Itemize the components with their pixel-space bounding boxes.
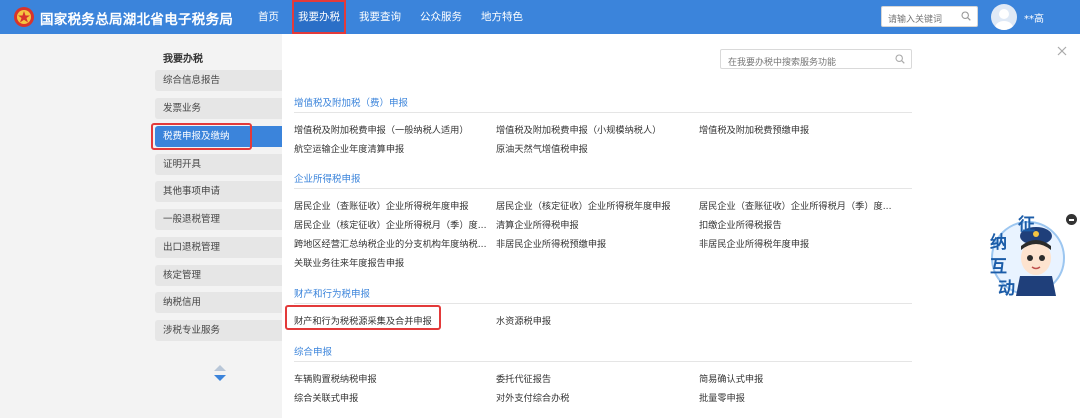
service-link[interactable]: 航空运输企业年度清算申报: [294, 141, 404, 155]
section-divider: [294, 361, 912, 362]
user-avatar[interactable]: [991, 4, 1017, 30]
nav-i-want-to-file[interactable]: 我要办税: [292, 0, 346, 34]
user-avatar-icon: [995, 9, 1013, 30]
service-link[interactable]: 车辆购置税纳税申报: [294, 371, 377, 385]
service-link[interactable]: 跨地区经营汇总纳税企业的分支机构年度纳税...: [294, 236, 487, 250]
service-link[interactable]: 居民企业（查账征收）企业所得税年度申报: [294, 198, 469, 212]
service-link[interactable]: 增值税及附加税费申报（小规模纳税人）: [496, 122, 661, 136]
service-link[interactable]: 简易确认式申报: [699, 371, 763, 385]
service-link[interactable]: 水资源税申报: [496, 313, 551, 327]
service-link[interactable]: 综合关联式申报: [294, 390, 358, 404]
widget-collapse-icon[interactable]: [1066, 214, 1077, 225]
service-search-input[interactable]: [721, 54, 886, 72]
main-nav: 首页 我要办税 我要查询 公众服务 地方特色: [258, 0, 542, 34]
sidebar-item-export-refund[interactable]: 出口退税管理: [155, 237, 282, 258]
service-link[interactable]: 原油天然气增值税申报: [496, 141, 588, 155]
service-link[interactable]: 关联业务往来年度报告申报: [294, 255, 404, 269]
search-icon[interactable]: [895, 54, 905, 64]
section-title-comprehensive: 综合申报: [294, 347, 333, 358]
service-link[interactable]: 清算企业所得税申报: [496, 217, 579, 231]
section-title-cit: 企业所得税申报: [294, 174, 361, 185]
sidebar-item-tax-credit[interactable]: 纳税信用: [155, 292, 282, 313]
sidebar-item-assessment[interactable]: 核定管理: [155, 265, 282, 286]
section-title-vat: 增值税及附加税（费）申报: [294, 98, 409, 109]
tax-interaction-widget[interactable]: 征 纳 互 动: [980, 208, 1080, 300]
header-search-box: [881, 6, 978, 30]
service-link[interactable]: 对外支付综合办税: [496, 390, 570, 404]
service-link[interactable]: 非居民企业所得税年度申报: [699, 236, 809, 250]
scroll-arrows-icon[interactable]: [213, 364, 227, 382]
widget-char: 动: [998, 279, 1015, 299]
search-icon[interactable]: [961, 11, 971, 21]
sidebar-item-general-refund[interactable]: 一般退税管理: [155, 209, 282, 230]
service-link[interactable]: 批量零申报: [699, 390, 745, 404]
tax-emblem-logo[interactable]: [12, 6, 36, 28]
sidebar-item-tax-professional-services[interactable]: 涉税专业服务: [155, 320, 282, 341]
nav-public-service[interactable]: 公众服务: [420, 0, 462, 34]
nav-local-features[interactable]: 地方特色: [481, 0, 523, 34]
service-link[interactable]: 居民企业（核定征收）企业所得税月（季）度...: [294, 217, 487, 231]
service-link[interactable]: 扣缴企业所得税报告: [699, 217, 782, 231]
sidebar-item-comprehensive-info-report[interactable]: 综合信息报告: [155, 70, 282, 91]
section-divider: [294, 303, 912, 304]
user-name[interactable]: **高: [1024, 10, 1044, 25]
highlight-box: [151, 123, 252, 150]
sidebar-title: 我要办税: [163, 54, 203, 65]
top-header: 国家税务总局湖北省电子税务局 首页 我要办税 我要查询 公众服务 地方特色 **…: [0, 0, 1080, 34]
service-link[interactable]: 居民企业（查账征收）企业所得税月（季）度...: [699, 198, 892, 212]
nav-home[interactable]: 首页: [258, 0, 279, 34]
left-sidebar: 我要办税 综合信息报告 发票业务 税费申报及缴纳 证明开具 其他事项申请 一般退…: [151, 34, 282, 418]
service-link[interactable]: 增值税及附加税费预缴申报: [699, 122, 809, 136]
section-divider: [294, 188, 912, 189]
service-link[interactable]: 委托代征报告: [496, 371, 551, 385]
site-title[interactable]: 国家税务总局湖北省电子税务局: [40, 8, 233, 28]
main-content: 增值税及附加税（费）申报 增值税及附加税费申报（一般纳税人适用） 增值税及附加税…: [282, 34, 1080, 418]
sidebar-item-certificate[interactable]: 证明开具: [155, 154, 282, 175]
widget-char: 纳: [990, 233, 1007, 253]
service-search-box: [720, 49, 912, 72]
section-title-property-tax: 财产和行为税申报: [294, 289, 371, 300]
service-link-property-tax-consolidated[interactable]: 财产和行为税税源采集及合并申报: [294, 313, 432, 327]
sidebar-item-other-applications[interactable]: 其他事项申请: [155, 181, 282, 202]
nav-query[interactable]: 我要查询: [359, 0, 401, 34]
close-icon[interactable]: [1057, 46, 1067, 56]
widget-char: 征: [1018, 215, 1035, 235]
service-link[interactable]: 增值税及附加税费申报（一般纳税人适用）: [294, 122, 469, 136]
sidebar-item-tax-filing-payment[interactable]: 税费申报及缴纳: [151, 123, 282, 150]
section-divider: [294, 112, 912, 113]
service-link[interactable]: 居民企业（核定征收）企业所得税年度申报: [496, 198, 671, 212]
sidebar-item-invoice[interactable]: 发票业务: [155, 98, 282, 119]
header-search-input[interactable]: [882, 10, 956, 30]
service-link[interactable]: 非居民企业所得税预缴申报: [496, 236, 606, 250]
